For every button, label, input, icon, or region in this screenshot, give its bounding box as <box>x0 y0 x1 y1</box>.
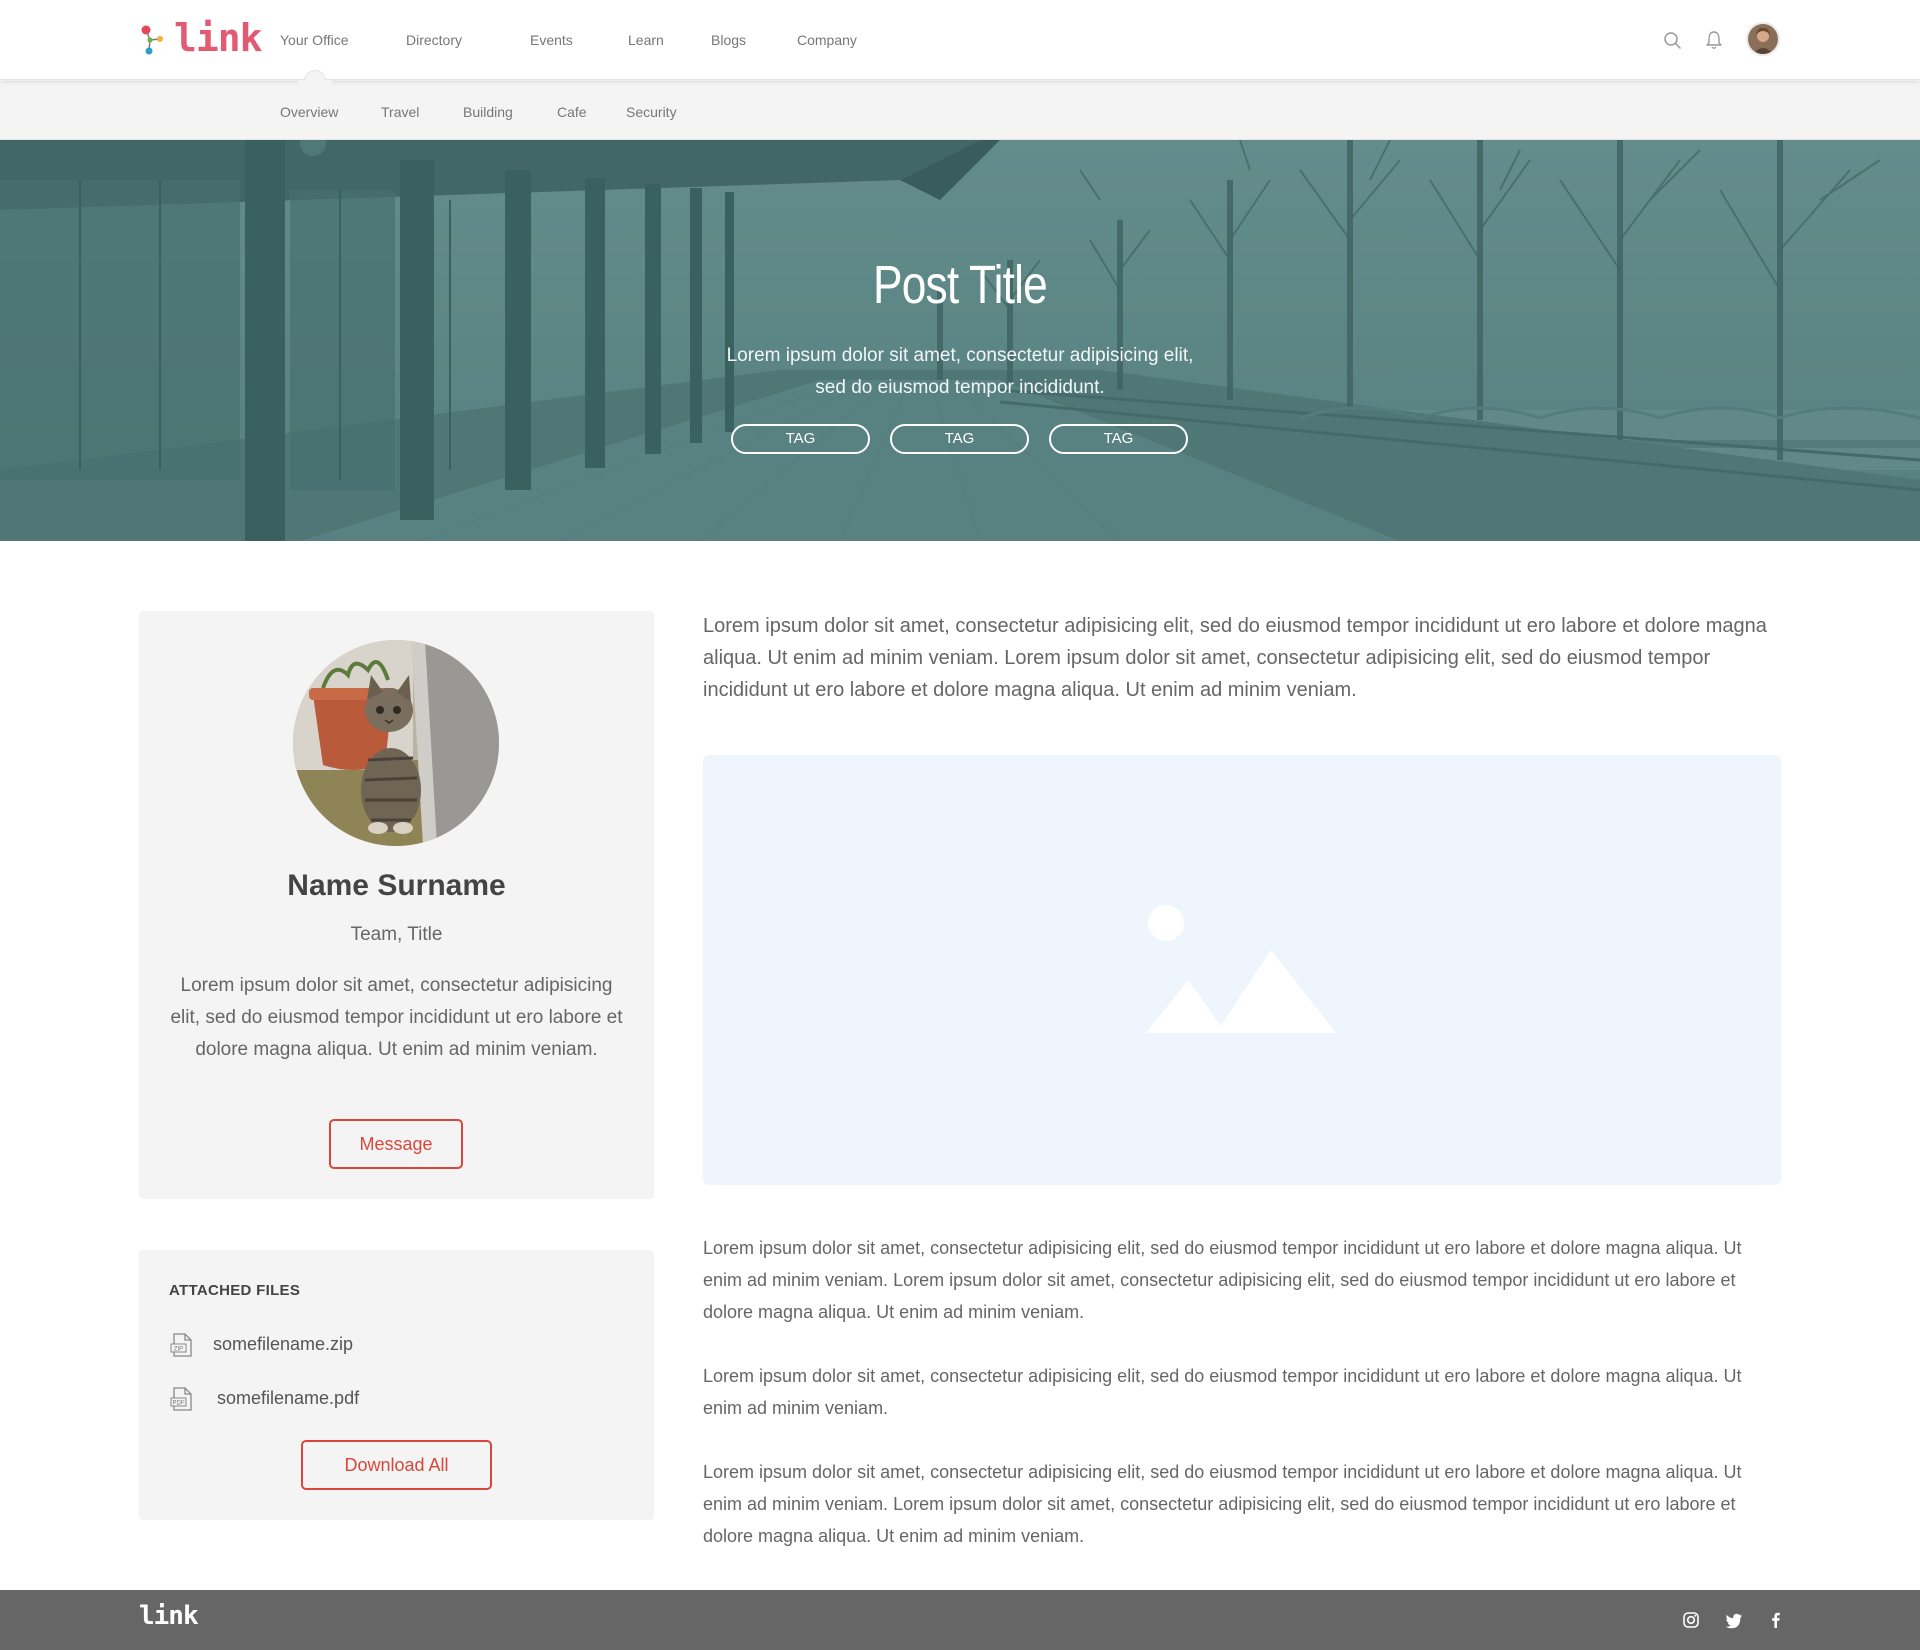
nav-item-directory[interactable]: Directory <box>406 31 462 49</box>
logo-dots-icon <box>141 25 163 55</box>
author-role: Team, Title <box>350 924 443 945</box>
post-image-placeholder <box>703 755 1781 1185</box>
page-footer: link <box>0 1590 1920 1650</box>
user-avatar-image <box>1748 24 1778 54</box>
tab-overview[interactable]: Overview <box>280 103 338 121</box>
sub-navigation-bar: Overview Travel Building Cafe Security <box>0 81 1920 140</box>
author-photo-image <box>293 640 499 846</box>
brand-wordmark: link <box>174 16 263 60</box>
tag-chip-1[interactable]: TAG <box>731 424 870 454</box>
zip-file-icon: ZIP <box>170 1333 192 1357</box>
tab-building[interactable]: Building <box>463 103 513 121</box>
nav-item-your-office[interactable]: Your Office <box>280 31 349 49</box>
author-photo <box>293 640 499 846</box>
search-icon[interactable] <box>1661 29 1683 51</box>
tab-travel[interactable]: Travel <box>381 103 419 121</box>
nav-item-blogs[interactable]: Blogs <box>711 31 746 49</box>
lead-paragraph: Lorem ipsum dolor sit amet, consectetur … <box>703 615 1767 701</box>
attached-files-heading: ATTACHED FILES <box>169 1282 301 1299</box>
message-button[interactable]: Message <box>329 1119 463 1169</box>
pdf-label: PDF <box>173 1401 185 1407</box>
file-name-zip[interactable]: somefilename.zip <box>213 1334 353 1355</box>
tag-chip-2[interactable]: TAG <box>890 424 1029 454</box>
zip-label: ZIP <box>174 1347 183 1353</box>
body-paragraph-3: Lorem ipsum dolor sit amet, consectetur … <box>703 1462 1742 1546</box>
tab-security[interactable]: Security <box>626 103 677 121</box>
user-avatar[interactable] <box>1748 24 1778 54</box>
pdf-file-icon: PDF <box>170 1387 192 1411</box>
image-placeholder-icon <box>1146 905 1336 1033</box>
footer-logo[interactable]: link <box>139 1601 199 1631</box>
top-navigation-bar: link Your Office Directory Events Learn … <box>0 0 1920 80</box>
attached-files-card: ATTACHED FILES ZIP somefilename.zip PDF … <box>139 1250 654 1520</box>
download-all-button[interactable]: Download All <box>301 1440 492 1490</box>
tab-cafe[interactable]: Cafe <box>557 103 587 121</box>
author-bio: Lorem ipsum dolor sit amet, consectetur … <box>170 975 623 1060</box>
tag-chip-3[interactable]: TAG <box>1049 424 1188 454</box>
nav-item-learn[interactable]: Learn <box>628 31 664 49</box>
brand-logo[interactable]: link <box>140 16 263 60</box>
nav-item-company[interactable]: Company <box>797 31 857 49</box>
author-name: Name Surname <box>287 869 506 902</box>
twitter-icon[interactable] <box>1724 1610 1744 1630</box>
body-paragraph-1: Lorem ipsum dolor sit amet, consectetur … <box>703 1238 1742 1322</box>
bell-icon[interactable] <box>1703 29 1725 51</box>
body-paragraph-2: Lorem ipsum dolor sit amet, consectetur … <box>703 1366 1742 1418</box>
post-title: Post Title <box>873 255 1048 315</box>
nav-item-events[interactable]: Events <box>530 31 573 49</box>
hero-banner: Post Title Lorem ipsum dolor sit amet, c… <box>0 140 1920 541</box>
author-profile-card: Name Surname Team, Title Lorem ipsum dol… <box>139 611 654 1199</box>
facebook-icon[interactable] <box>1766 1610 1786 1630</box>
post-subtitle: Lorem ipsum dolor sit amet, consectetur … <box>726 345 1194 398</box>
instagram-icon[interactable] <box>1681 1610 1701 1630</box>
file-name-pdf[interactable]: somefilename.pdf <box>217 1388 359 1409</box>
